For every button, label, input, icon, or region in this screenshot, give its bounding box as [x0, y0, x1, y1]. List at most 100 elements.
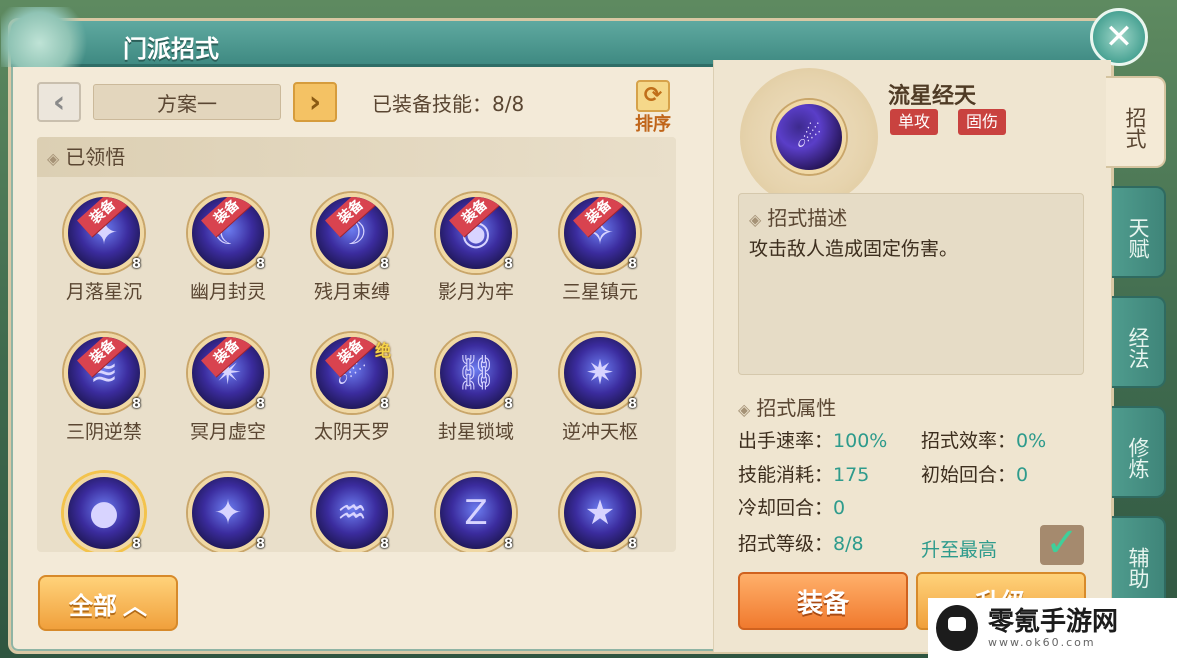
selected-skill-frame: ☄ [740, 68, 878, 206]
skill-item[interactable]: ✴ 装备 8 冥月虚空 [173, 333, 283, 453]
close-button[interactable]: ✕ [1090, 8, 1148, 66]
chevron-left-icon: ‹ [52, 84, 66, 120]
skills-list[interactable]: ◈ 已领悟 ✦ 装备 8 月落星沉 ☾ 装备 8 幽月封灵 ☽ 装备 8 残月束缚… [37, 137, 676, 552]
description-box: ◈ 招式描述 攻击敌人造成固定伤害。 [738, 193, 1084, 375]
attr-value: 0 [1016, 464, 1029, 486]
attr-cooldown: 冷却回合：0 [738, 493, 845, 520]
skill-item[interactable]: ☄ 装备 绝 8 太阴天罗 [297, 333, 407, 453]
diamond-icon: ◈ [47, 149, 60, 168]
all-filter-button[interactable]: 全部 ︿ [38, 575, 178, 631]
sort-button[interactable]: ⟳ 排序 [628, 80, 678, 135]
attr-cost: 技能消耗：175 [738, 460, 869, 487]
watermark-text: 零氪手游网 www.ok60.com [988, 608, 1118, 649]
attr-label: 招式效率： [921, 430, 1017, 452]
tab-scripture[interactable]: 经法 [1112, 296, 1166, 388]
description-header: ◈ 招式描述 [749, 202, 847, 231]
attr-value: 0 [833, 497, 846, 519]
description-text: 攻击敌人造成固定伤害。 [749, 238, 959, 260]
skill-level: 8 [503, 537, 513, 552]
equipped-count: 已装备技能：8/8 [372, 92, 525, 116]
skill-tag: 固伤 [958, 109, 1007, 135]
window-title: 门派招式 [123, 35, 219, 63]
ultimate-badge: 绝 [374, 341, 391, 360]
diamond-icon: ◈ [749, 210, 762, 229]
skill-tag: 单攻 [890, 109, 939, 135]
skill-name: 幽月封灵 [189, 281, 266, 303]
plan-name: 方案一 [93, 84, 281, 120]
skill-item[interactable]: ★ 8 [545, 473, 655, 552]
chevron-up-icon: ︿ [123, 591, 147, 620]
skill-name: 影月为牢 [437, 281, 514, 303]
skill-item[interactable]: ✦ 装备 8 月落星沉 [49, 193, 159, 313]
skill-item[interactable]: ⛓ 8 封星锁域 [421, 333, 531, 453]
prev-plan-button[interactable]: ‹ [37, 82, 81, 122]
skill-level: 8 [255, 537, 265, 552]
skill-name: 太阴天罗 [313, 421, 390, 443]
skill-item[interactable]: ✦ 8 [173, 473, 283, 552]
sleep-icon: Z [464, 493, 488, 533]
skill-level: 8 [379, 537, 389, 552]
skill-name: 逆冲天枢 [561, 421, 638, 443]
skill-item[interactable]: ● 8 [49, 473, 159, 552]
meteor-icon: ● [89, 493, 119, 533]
tab-talent[interactable]: 天赋 [1112, 186, 1166, 278]
attr-label: 冷却回合： [738, 497, 834, 519]
skill-name: 三阴逆禁 [65, 421, 142, 443]
skill-level: 8 [379, 397, 389, 412]
attr-label: 技能消耗： [738, 464, 834, 486]
skill-name: 封星锁域 [437, 421, 514, 443]
spirit-icon: ♒ [336, 493, 368, 533]
skill-level: 8 [131, 537, 141, 552]
site-watermark: 零氪手游网 www.ok60.com [928, 598, 1177, 658]
skill-name: 月落星沉 [65, 281, 142, 303]
skill-item[interactable]: ✷ 8 逆冲天枢 [545, 333, 655, 453]
tab-auxiliary[interactable]: 辅助 [1112, 516, 1166, 608]
skill-level: 8 [379, 257, 389, 272]
attributes-title: 招式属性 [756, 396, 837, 420]
equip-button[interactable]: 装备 [738, 572, 908, 630]
upgrade-to-max-checkbox[interactable]: ✓ [1040, 523, 1084, 565]
attr-label: 初始回合： [921, 464, 1017, 486]
sparkle-icon: ✦ [213, 493, 243, 533]
attr-value: 100% [833, 430, 888, 452]
section-title: 已领悟 [65, 145, 126, 169]
skill-level: 8 [503, 397, 513, 412]
attr-value: 8/8 [833, 533, 864, 555]
attr-value: 175 [833, 464, 870, 486]
attr-skill-level: 招式等级：8/8 [738, 529, 864, 556]
attributes-header: ◈ 招式属性 [738, 392, 836, 421]
skill-item[interactable]: ☾ 装备 8 幽月封灵 [173, 193, 283, 313]
skill-item[interactable]: ♒ 8 [297, 473, 407, 552]
watermark-url: www.ok60.com [988, 635, 1096, 649]
chevron-right-icon: › [308, 84, 322, 120]
selected-skill-name: 流星经天 [888, 84, 977, 109]
skill-item[interactable]: ☽ 装备 8 残月束缚 [297, 193, 407, 313]
location-pin-logo-icon [936, 605, 978, 651]
skill-name: 残月束缚 [313, 281, 390, 303]
next-plan-button[interactable]: › [293, 82, 337, 122]
attr-label: 出手速率： [738, 430, 834, 452]
attr-initial-round: 初始回合：0 [921, 460, 1028, 487]
skill-item[interactable]: Z 8 [421, 473, 531, 552]
check-icon: ✓ [1045, 520, 1079, 566]
skill-level: 8 [255, 397, 265, 412]
skill-level: 8 [627, 257, 637, 272]
skill-item[interactable]: ◉ 装备 8 影月为牢 [421, 193, 531, 313]
tab-moves[interactable]: 招式 [1106, 76, 1166, 168]
attr-label: 招式等级： [738, 533, 834, 555]
attr-efficiency: 招式效率：0% [921, 426, 1046, 453]
skill-item[interactable]: ✧ 装备 8 三星镇元 [545, 193, 655, 313]
description-title: 招式描述 [767, 206, 848, 230]
refresh-icon: ⟳ [636, 80, 670, 112]
close-icon: ✕ [1104, 17, 1134, 57]
skill-item[interactable]: ≋ 装备 8 三阴逆禁 [49, 333, 159, 453]
skill-level: 8 [503, 257, 513, 272]
chain-icon: ⛓ [454, 353, 498, 393]
meteor-icon: ☄ [772, 100, 846, 174]
upgrade-to-max-label: 升至最高 [921, 539, 998, 561]
skill-level: 8 [627, 397, 637, 412]
attr-value: 0% [1016, 430, 1047, 452]
star-icon: ★ [584, 493, 616, 533]
skill-level: 8 [131, 397, 141, 412]
tab-cultivation[interactable]: 修炼 [1112, 406, 1166, 498]
